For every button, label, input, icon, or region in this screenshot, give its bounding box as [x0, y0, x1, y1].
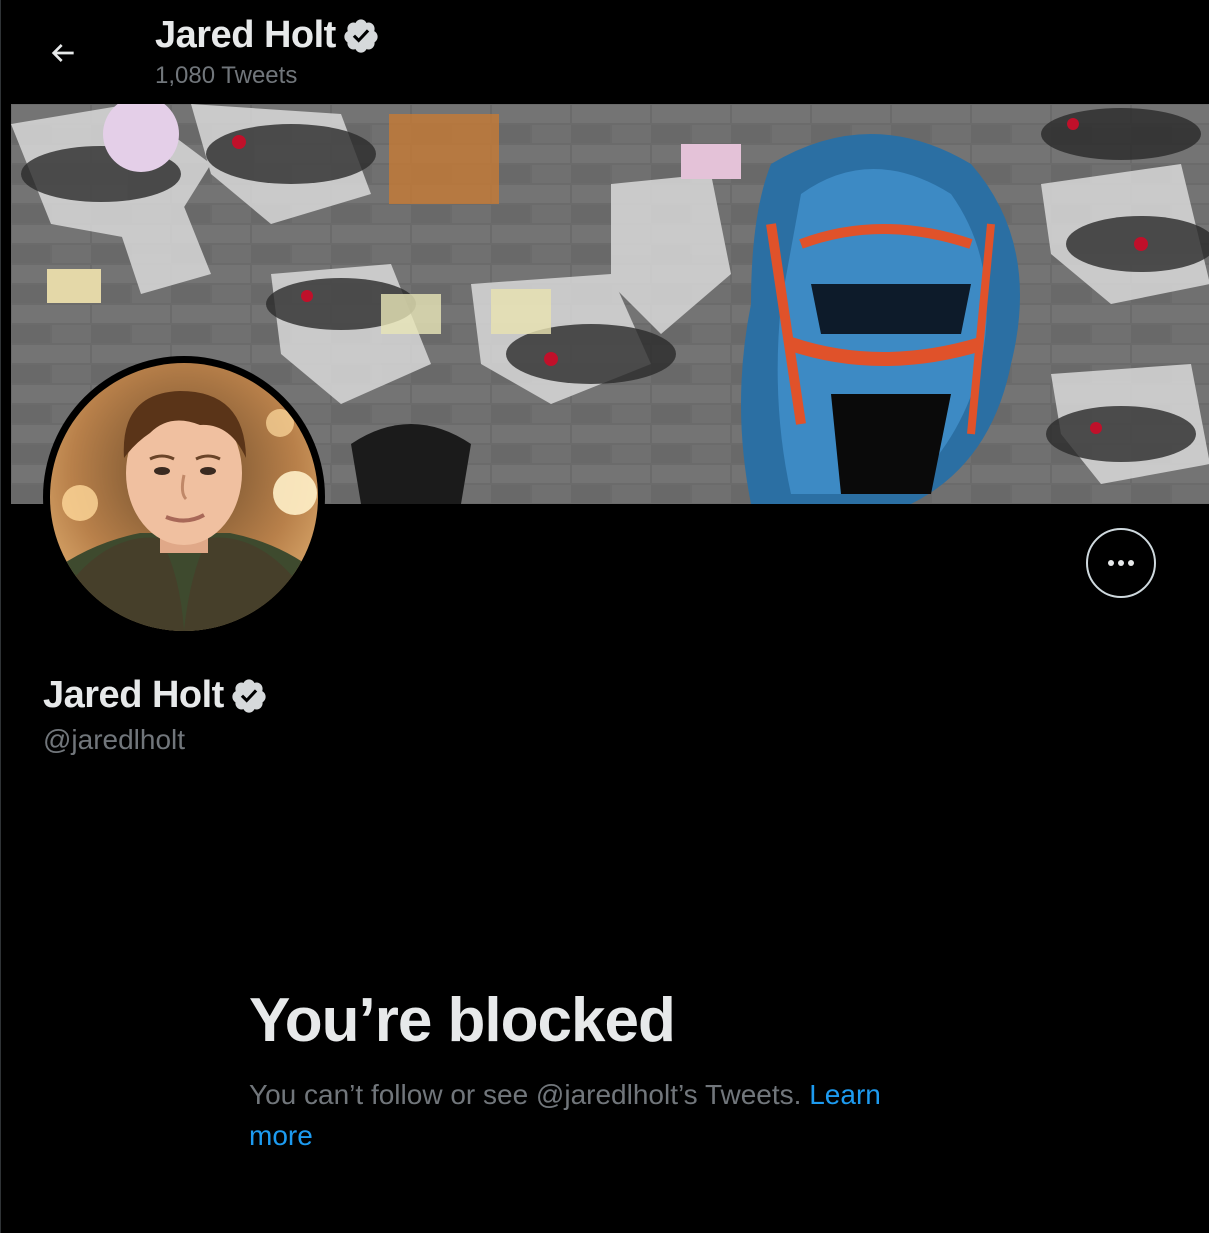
tweet-count: 1,080 Tweets: [155, 62, 298, 89]
blocked-message: You can’t follow or see @jaredlholt’s Tw…: [249, 1074, 949, 1156]
header-title: Jared Holt: [155, 14, 380, 57]
profile-name: Jared Holt: [43, 674, 268, 717]
avatar-frame: [43, 356, 325, 638]
back-button[interactable]: [37, 30, 89, 76]
arrow-left-icon: [51, 44, 74, 62]
profile-handle: @jaredlholt: [43, 724, 186, 755]
verified-badge-icon: [342, 17, 380, 55]
avatar[interactable]: [50, 363, 318, 631]
top-bar: Jared Holt 1,080 Tweets: [1, 0, 1209, 104]
profile-page: Jared Holt 1,080 Tweets Jared Holt @jare…: [0, 0, 1209, 1233]
profile-display-name: Jared Holt: [43, 674, 224, 716]
more-horizontal-icon: [1108, 560, 1134, 566]
header-name: Jared Holt: [155, 14, 336, 56]
more-options-button[interactable]: [1086, 528, 1156, 598]
blocked-title: You’re blocked: [249, 986, 676, 1055]
blocked-message-text: You can’t follow or see @jaredlholt’s Tw…: [249, 1079, 802, 1110]
verified-badge-icon: [230, 677, 268, 715]
